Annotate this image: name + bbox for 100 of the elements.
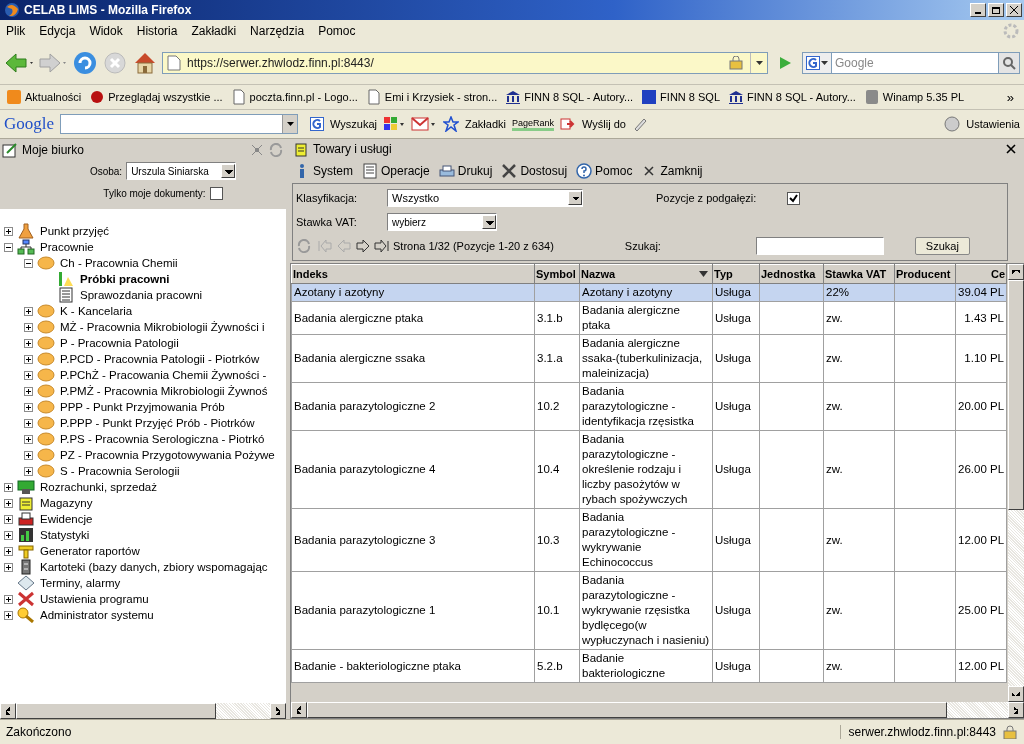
tree-item[interactable]: Pracownie (40, 241, 94, 253)
expand-icon[interactable] (24, 338, 33, 348)
mail-icon[interactable] (411, 116, 437, 132)
menu-item[interactable]: Narzędzia (250, 24, 305, 38)
column-header[interactable]: Typ (712, 264, 760, 284)
toolbar-button[interactable]: Drukuj (457, 164, 499, 178)
scroll-up-button[interactable] (1008, 264, 1024, 280)
send-button[interactable]: Wyślij do (582, 118, 626, 130)
expand-icon[interactable] (24, 306, 33, 316)
expand-icon[interactable] (4, 546, 13, 556)
expand-icon[interactable] (24, 386, 33, 396)
column-header[interactable]: Nazwa (579, 264, 713, 284)
scroll-left-button[interactable] (0, 703, 16, 719)
table-row[interactable]: Badania parazytologiczne 2 10.2 Badania parazytologiczne - identyfikacja rzęsistka Usługa zw. 20.00 PL (291, 382, 1007, 431)
tree-item[interactable]: Punkt przyjęć (40, 225, 110, 237)
settings-button[interactable]: Ustawienia (966, 118, 1020, 130)
pagerank-button[interactable]: PageRank (512, 117, 554, 131)
expand-icon[interactable] (24, 322, 33, 332)
expand-icon[interactable] (4, 482, 13, 492)
tree-item[interactable]: P - Pracownia Patologii (60, 337, 179, 349)
tree-item[interactable]: S - Pracownia Serologii (60, 465, 180, 477)
restore-button[interactable] (988, 3, 1004, 17)
selected-row[interactable]: Azotany i azotyny Azotany i azotyny Usługa 22% 39.04 PL (291, 283, 1007, 302)
expand-icon[interactable] (4, 498, 13, 508)
table-row[interactable]: Badanie - bakteriologiczne ptaka 5.2.b Badanie bakteriologiczne Usługa zw. 12.00 PL (291, 649, 1007, 683)
classification-dropdown[interactable]: Wszystko (387, 189, 583, 207)
bookmarks-button[interactable]: Zakładki (465, 118, 506, 130)
column-header[interactable]: Jednostka (759, 264, 824, 284)
tree-item[interactable]: Generator raportów (40, 545, 140, 557)
tree-item[interactable]: Ch - Pracownia Chemii (60, 257, 178, 269)
toolbar-button[interactable]: System (313, 164, 359, 178)
scrollbar-thumb[interactable] (307, 702, 947, 718)
toolbar-button[interactable]: Dostosuj (520, 164, 574, 178)
collapse-icon[interactable] (24, 258, 33, 268)
tree-item[interactable]: Terminy, alarmy (40, 577, 121, 589)
scroll-down-button[interactable] (1008, 686, 1024, 702)
checkbox[interactable] (787, 191, 800, 205)
tree-item[interactable]: Kartoteki (bazy danych, zbiory wspomagając (40, 561, 268, 573)
search-button[interactable]: Szukaj (914, 237, 970, 255)
tree-item[interactable]: Ewidencje (40, 513, 93, 525)
scroll-right-button[interactable] (1008, 702, 1024, 718)
expand-icon[interactable] (4, 226, 13, 236)
menu-item[interactable]: Zakładki (191, 24, 237, 38)
person-dropdown[interactable]: Urszula Siniarska (126, 162, 237, 180)
minimize-button[interactable] (970, 3, 986, 17)
toolbar-button[interactable]: Operacje (381, 164, 436, 178)
search-engine-button[interactable] (802, 52, 832, 74)
tree-item[interactable]: Próbki pracowni (80, 273, 170, 285)
scroll-left-button[interactable] (291, 702, 307, 718)
bookmark[interactable]: FINN 8 SQL - Autory... (524, 91, 634, 103)
menu-item[interactable]: Widok (89, 24, 123, 38)
expand-icon[interactable] (4, 530, 13, 540)
column-header[interactable]: Symbol (534, 264, 580, 284)
search-field[interactable] (755, 237, 884, 255)
column-header[interactable]: Producent (894, 264, 956, 284)
expand-icon[interactable] (24, 354, 33, 364)
expand-icon[interactable] (4, 562, 13, 572)
toolbar-search-field[interactable] (60, 114, 299, 134)
bookmark[interactable]: poczta.finn.pl - Logo... (249, 91, 358, 103)
tree-item[interactable]: K - Kancelaria (60, 305, 133, 317)
expand-icon[interactable] (4, 594, 13, 604)
bookmark[interactable]: Winamp 5.35 PL (882, 91, 965, 103)
tree-item[interactable]: Administrator systemu (40, 609, 154, 621)
tree-item[interactable]: PPP - Punkt Przyjmowania Prób (60, 401, 225, 413)
table-row[interactable]: Badania alergiczne ssaka 3.1.a Badania alergiczne ssaka-(tuberkulinizacja, maleinizacja) Usługa zw. 1.10 PL (291, 334, 1007, 383)
back-icon[interactable] (4, 52, 34, 74)
bookmark[interactable]: Przeglądaj wszystkie ... (108, 91, 223, 103)
tree-item[interactable]: P.PMŻ - Pracownia Mikrobiologii Żywnoś (60, 385, 268, 397)
puzzle-icon[interactable] (383, 116, 405, 132)
more-bookmarks-button[interactable]: » (1006, 89, 1014, 105)
expand-icon[interactable] (24, 370, 33, 380)
column-header[interactable]: Ce (955, 264, 1007, 284)
search-field[interactable]: Google (832, 52, 998, 74)
bookmark[interactable]: Aktualności (25, 91, 82, 103)
close-icon[interactable] (1006, 144, 1016, 154)
bookmark[interactable]: Emi i Krzysiek - stron... (384, 91, 498, 103)
expand-icon[interactable] (4, 610, 13, 620)
bookmark[interactable]: FINN 8 SQL - Autory... (747, 91, 856, 103)
tree-item[interactable]: Sprawozdania pracowni (80, 289, 203, 301)
expand-icon[interactable] (4, 514, 13, 524)
bookmark[interactable]: FINN 8 SQL (660, 91, 720, 103)
tree-item[interactable]: P.PChŻ - Pracowania Chemii Żywności - (60, 369, 267, 381)
reload-icon[interactable] (72, 50, 98, 76)
menu-item[interactable]: Plik (6, 24, 26, 38)
table-row[interactable]: Badania parazytologiczne 1 10.1 Badania parazytologiczne - wykrywanie rzęsistka bydlęcego(w wypłuczynach i nasieniu) Usługa zw. 25.00 PL (291, 571, 1007, 650)
next-page-icon[interactable] (355, 239, 371, 253)
vat-dropdown[interactable]: wybierz (387, 213, 497, 231)
tree-item[interactable]: Ustawienia programu (40, 593, 149, 605)
expand-icon[interactable] (24, 402, 33, 412)
tree-item[interactable]: P.PS - Pracownia Serologiczna - Piotrkó (60, 433, 265, 445)
search-button[interactable]: Wyszukaj (330, 118, 377, 130)
column-header[interactable]: Indeks (291, 264, 535, 284)
tree-item[interactable]: P.PPP - Punkt Przyjęć Prób - Piotrków (60, 417, 255, 429)
scrollbar-thumb[interactable] (1008, 280, 1024, 510)
table-row[interactable]: Badania parazytologiczne 4 10.4 Badania parazytologiczne - określenie rodzaju i liczby pasożytów w rybach spożywczych Usługa zw. 26.00 PL (291, 430, 1007, 509)
tree-item[interactable]: MŻ - Pracownia Mikrobiologii Żywności i (60, 321, 265, 333)
checkbox[interactable] (209, 186, 223, 200)
column-header[interactable]: Stawka VAT (823, 264, 895, 284)
table-row[interactable]: Badania alergiczne ptaka 3.1.b Badania alergiczne ptaka Usługa zw. 1.43 PL (291, 301, 1007, 335)
expand-icon[interactable] (24, 418, 33, 428)
